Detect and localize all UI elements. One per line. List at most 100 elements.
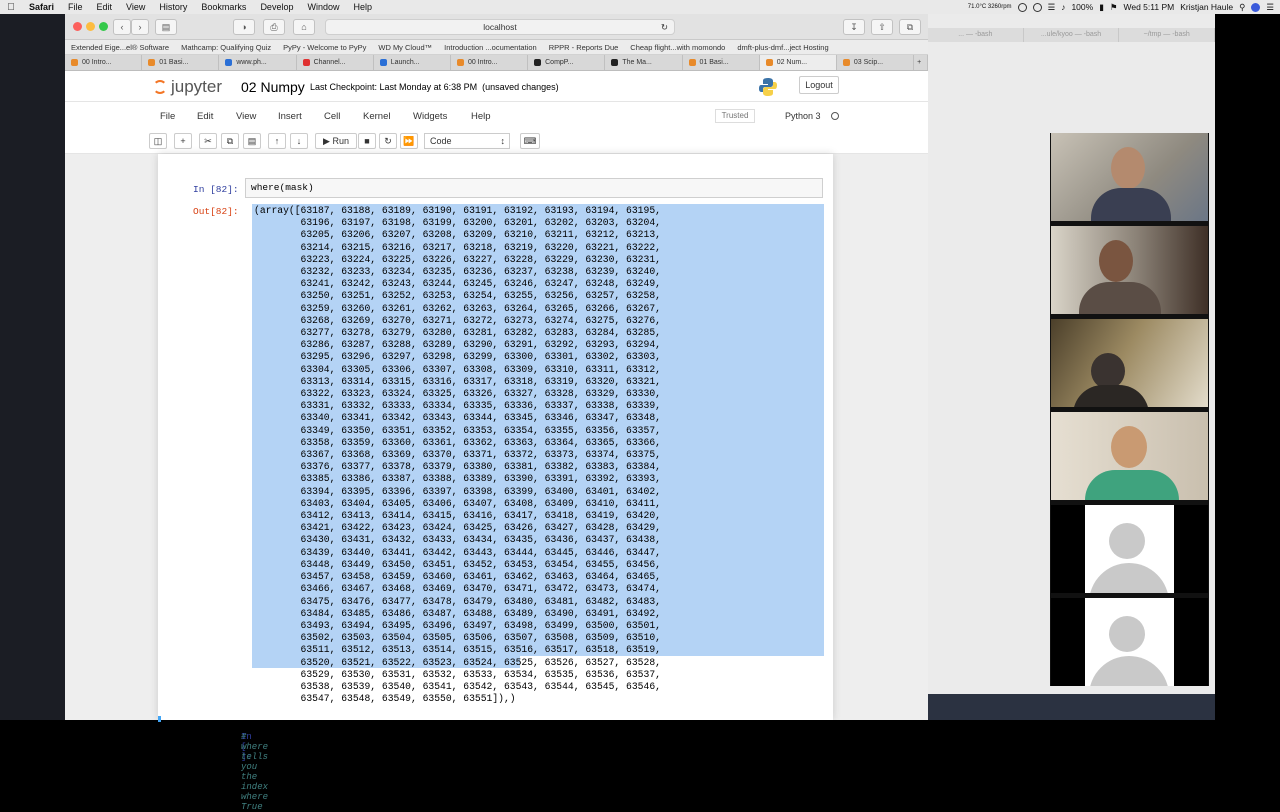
favorite-link[interactable]: RPPR - Reports Due (543, 43, 625, 52)
apple-icon[interactable]:  (0, 2, 22, 13)
favorite-link[interactable]: PyPy - Welcome to PyPy (277, 43, 372, 52)
tab-title: 03 Scip... (853, 59, 884, 66)
cut-icon[interactable]: ✂ (199, 133, 217, 149)
zoom-window-icon[interactable] (99, 22, 108, 31)
menu-develop[interactable]: Develop (253, 2, 300, 12)
menu-history[interactable]: History (152, 2, 194, 12)
desktop-right-band (1215, 14, 1280, 720)
menu-app-name[interactable]: Safari (22, 2, 61, 12)
status-icon[interactable] (1032, 2, 1042, 12)
browser-tab[interactable]: 00 Intro... (65, 55, 143, 70)
terminal-tab[interactable]: ~/tmp — -bash (1119, 28, 1216, 42)
siri-icon[interactable] (1251, 2, 1261, 12)
battery-readout[interactable]: 100% (1071, 2, 1093, 12)
move-up-icon[interactable]: ↑ (268, 133, 286, 149)
print-icon[interactable]: ⎙ (263, 19, 285, 35)
jupyter-logo[interactable]: jupyter (153, 77, 222, 97)
menu-edit[interactable]: Edit (90, 2, 120, 12)
logout-button[interactable]: Logout (799, 76, 839, 94)
video-tile-placeholder[interactable] (1051, 598, 1208, 686)
menu-bookmarks[interactable]: Bookmarks (194, 2, 253, 12)
stop-icon[interactable]: ■ (358, 133, 376, 149)
browser-tab[interactable]: 00 Intro... (451, 55, 529, 70)
nb-menu-cell[interactable]: Cell (324, 111, 340, 122)
user-name[interactable]: Kristjan Haule (1180, 2, 1233, 12)
close-window-icon[interactable] (73, 22, 82, 31)
back-button[interactable]: ‹ (113, 19, 131, 35)
nb-menu-file[interactable]: File (160, 111, 175, 122)
sidebar-button[interactable]: ▤ (155, 19, 177, 35)
favorite-link[interactable]: dmft-plus-dmf...ject Hosting (731, 43, 834, 52)
save-icon[interactable]: ◫ (149, 133, 167, 149)
share-icon[interactable]: ⇧ (871, 19, 893, 35)
browser-tab[interactable]: The Ma... (605, 55, 683, 70)
menu-help[interactable]: Help (346, 2, 379, 12)
address-bar[interactable]: localhost ↻ (325, 19, 675, 35)
minimize-window-icon[interactable] (86, 22, 95, 31)
next-code-cell[interactable]: In [ ]: # where tells you the index wher… (158, 716, 833, 812)
cell-output[interactable]: (array([63187, 63188, 63189, 63190, 6319… (252, 204, 824, 704)
forward-button[interactable]: › (131, 19, 149, 35)
restart-icon[interactable]: ↻ (379, 133, 397, 149)
nb-menu-help[interactable]: Help (471, 111, 491, 122)
browser-tab[interactable]: 01 Basi... (683, 55, 760, 70)
keyboard-icon[interactable]: ⌨ (520, 133, 540, 149)
search-icon[interactable]: ⚲ (1239, 2, 1245, 13)
notebook-name[interactable]: 02 Numpy (241, 79, 305, 95)
browser-tab[interactable]: 01 Basi... (142, 55, 220, 70)
favorite-link[interactable]: Cheap flight...with momondo (624, 43, 731, 52)
copy-icon[interactable]: ⧉ (221, 133, 239, 149)
menu-window[interactable]: Window (300, 2, 346, 12)
favorite-link[interactable]: WD My Cloud™ (372, 43, 438, 52)
menu-view[interactable]: View (119, 2, 152, 12)
run-label: Run (332, 136, 349, 146)
shield-icon[interactable]: ◑ (233, 19, 255, 35)
cell-type-select[interactable]: Code ↕ (424, 133, 510, 149)
nb-menu-widgets[interactable]: Widgets (413, 111, 447, 122)
download-icon[interactable]: ↧ (843, 19, 865, 35)
run-button[interactable]: ▶ Run (315, 133, 357, 149)
notification-icon[interactable]: ☰ (1266, 2, 1274, 13)
video-tile-placeholder[interactable] (1051, 505, 1208, 593)
insert-cell-icon[interactable]: + (174, 133, 192, 149)
volume-icon[interactable]: ♪ (1061, 2, 1065, 12)
flag-icon[interactable]: ⚑ (1110, 2, 1118, 13)
favorite-link[interactable]: Extended Eige...el® Software (65, 43, 175, 52)
browser-tab[interactable]: Launch... (374, 55, 451, 70)
nb-menu-insert[interactable]: Insert (278, 111, 302, 122)
home-icon[interactable]: ⌂ (293, 19, 315, 35)
favorite-link[interactable]: Mathcamp: Qualifying Quiz (175, 43, 277, 52)
status-icon[interactable] (1017, 2, 1027, 12)
kernel-name[interactable]: Python 3 (785, 111, 821, 121)
terminal-tab[interactable]: ... — -bash (928, 28, 1024, 42)
browser-tab[interactable]: CompP... (528, 55, 606, 70)
move-down-icon[interactable]: ↓ (290, 133, 308, 149)
browser-tab[interactable]: www.ph... (219, 55, 297, 70)
trusted-badge[interactable]: Trusted (715, 109, 755, 123)
new-tab-button[interactable]: + (914, 55, 929, 70)
favicon-icon (225, 59, 233, 66)
browser-tab-active[interactable]: 02 Num... (759, 55, 837, 70)
participant-face (1091, 353, 1125, 389)
browser-tab[interactable]: 03 Scip... (837, 55, 915, 70)
browser-tab[interactable]: Channel... (297, 55, 374, 70)
menu-file[interactable]: File (61, 2, 90, 12)
tabs-overview-icon[interactable]: ⧉ (899, 19, 921, 35)
tab-title: Channel... (313, 59, 346, 66)
terminal-tab[interactable]: ...ule/kyoo — -bash (1024, 28, 1120, 42)
nb-menu-edit[interactable]: Edit (197, 111, 213, 122)
fast-forward-icon[interactable]: ⏩ (400, 133, 418, 149)
video-tile[interactable] (1051, 133, 1208, 221)
favorite-link[interactable]: Introduction ...ocumentation (438, 43, 543, 52)
code-cell-input[interactable]: where(mask) (245, 178, 823, 198)
paste-icon[interactable]: ▤ (243, 133, 261, 149)
clock[interactable]: Wed 5:11 PM (1124, 2, 1175, 12)
nb-menu-kernel[interactable]: Kernel (363, 111, 390, 122)
video-tile[interactable] (1051, 226, 1208, 314)
wifi-icon[interactable]: ☰ (1048, 2, 1056, 13)
checkpoint-status: Last Checkpoint: Last Monday at 6:38 PM … (310, 82, 559, 92)
nb-menu-view[interactable]: View (236, 111, 256, 122)
reload-icon[interactable]: ↻ (661, 20, 668, 34)
video-tile[interactable] (1051, 412, 1208, 500)
video-tile[interactable] (1051, 319, 1208, 407)
